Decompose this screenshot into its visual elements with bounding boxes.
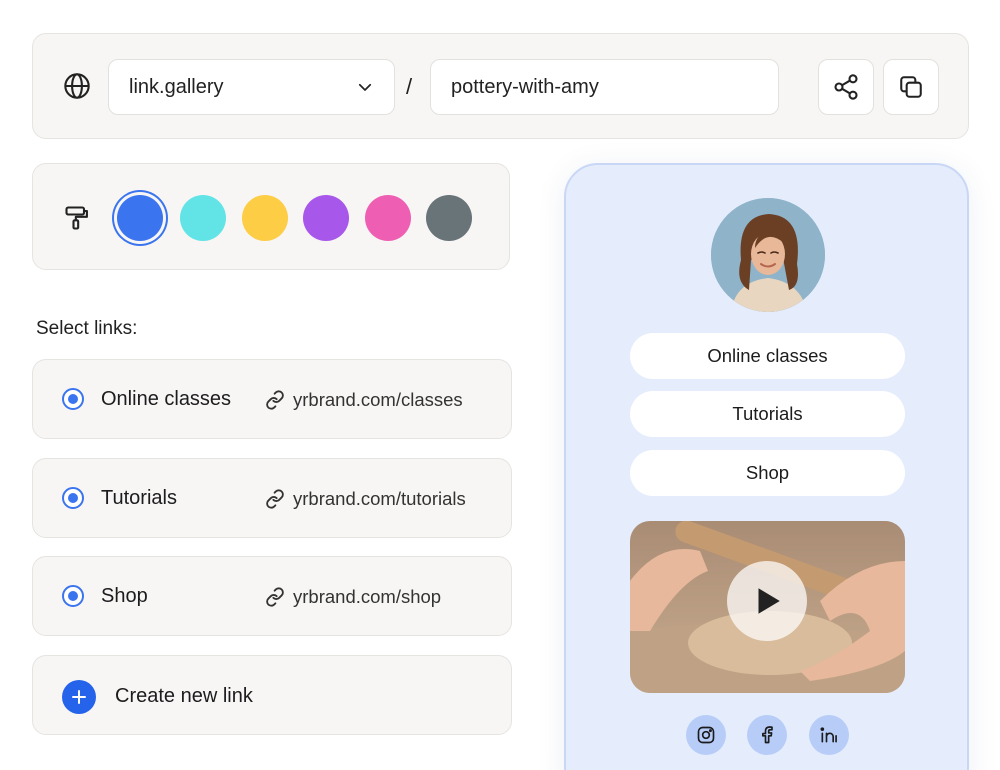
link-name: Shop — [101, 585, 148, 607]
chevron-down-icon — [358, 83, 372, 91]
facebook-button[interactable] — [747, 715, 787, 755]
link-name: Tutorials — [101, 487, 177, 509]
link-name: Online classes — [101, 388, 232, 410]
select-links-label: Select links: — [36, 318, 138, 339]
copy-icon — [900, 76, 922, 98]
link-icon — [266, 390, 284, 410]
link-icon — [266, 489, 284, 509]
link-row-shop[interactable]: Shop yrbrand.com/shop — [32, 556, 512, 636]
instagram-icon — [697, 726, 715, 744]
color-swatch-cyan[interactable] — [180, 195, 226, 241]
slug-input[interactable] — [430, 59, 779, 115]
avatar — [711, 198, 825, 312]
linkedin-icon — [820, 727, 837, 743]
radio-selected[interactable] — [62, 487, 84, 509]
url-bar: link.gallery / — [32, 33, 969, 139]
create-link-button[interactable]: Create new link — [32, 655, 512, 735]
share-icon — [834, 74, 858, 100]
color-swatch-gray[interactable] — [426, 195, 472, 241]
radio-selected[interactable] — [62, 585, 84, 607]
color-swatch-yellow[interactable] — [242, 195, 288, 241]
domain-select[interactable]: link.gallery — [108, 59, 395, 115]
link-icon — [266, 587, 284, 607]
link-url: yrbrand.com/classes — [293, 389, 463, 410]
copy-button[interactable] — [883, 59, 939, 115]
domain-value: link.gallery — [129, 75, 224, 98]
link-url: yrbrand.com/tutorials — [293, 488, 466, 509]
preview-link-button[interactable]: Shop — [630, 450, 905, 496]
instagram-button[interactable] — [686, 715, 726, 755]
play-icon[interactable] — [727, 561, 807, 641]
link-url: yrbrand.com/shop — [293, 586, 442, 607]
paint-roller-icon — [65, 206, 88, 230]
link-row-online-classes[interactable]: Online classes yrbrand.com/classes — [32, 359, 512, 439]
preview-link-button[interactable]: Online classes — [630, 333, 905, 379]
color-swatch-pink[interactable] — [365, 195, 411, 241]
plus-icon — [62, 680, 96, 714]
color-swatch-blue[interactable] — [117, 195, 163, 241]
share-button[interactable] — [818, 59, 874, 115]
color-swatch-purple[interactable] — [303, 195, 349, 241]
radio-selected[interactable] — [62, 388, 84, 410]
color-palette — [32, 163, 510, 270]
facebook-icon — [762, 726, 773, 744]
linkedin-button[interactable] — [809, 715, 849, 755]
url-separator: / — [406, 74, 413, 99]
link-row-tutorials[interactable]: Tutorials yrbrand.com/tutorials — [32, 458, 512, 538]
video-thumbnail[interactable] — [630, 521, 905, 693]
create-link-label: Create new link — [115, 685, 253, 707]
preview-link-button[interactable]: Tutorials — [630, 391, 905, 437]
globe-icon — [64, 73, 90, 99]
phone-preview: Online classes Tutorials Shop — [564, 163, 969, 770]
